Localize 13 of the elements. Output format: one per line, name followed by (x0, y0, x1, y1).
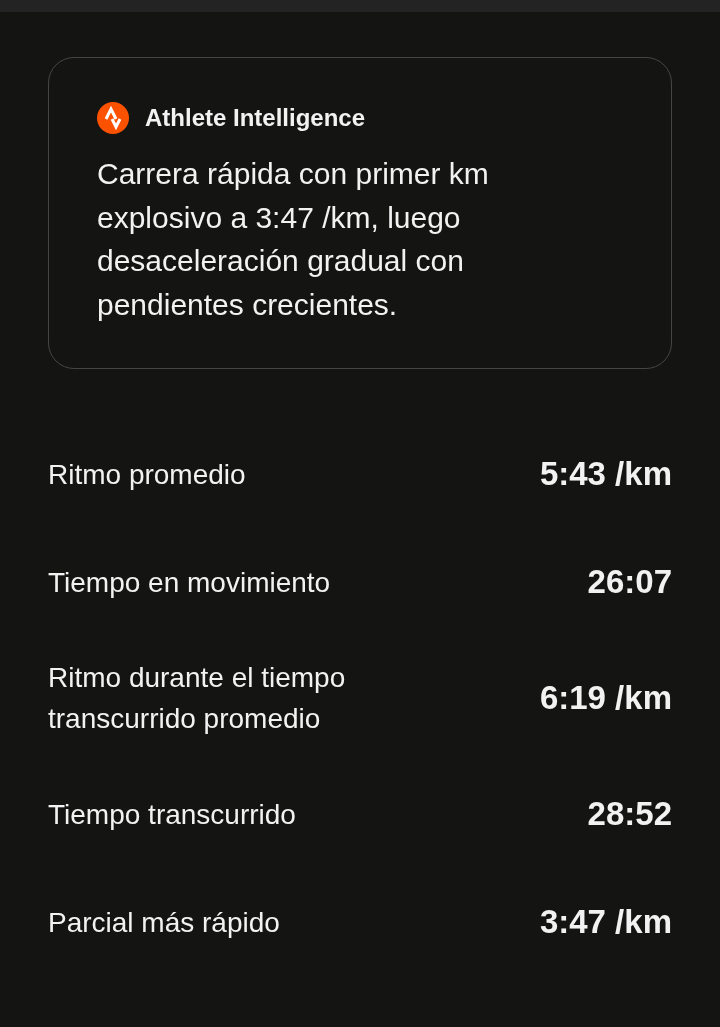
stat-value: 28:52 (587, 795, 672, 833)
logo-icon (97, 102, 129, 134)
stat-value: 5:43 /km (539, 455, 672, 493)
summary-text: Carrera rápida con primer km explosivo a 3:47 /km, luego desaceleración gradual con pendientes crecientes. (97, 156, 490, 323)
stat-label: Tiempo transcurrido (48, 797, 296, 832)
stat-label: Ritmo promedio (48, 457, 246, 492)
stat-value: 3:47 /km (539, 903, 672, 941)
stat-value: 6:19 /km (539, 679, 672, 717)
stat-value: 26:07 (587, 563, 672, 601)
stat-label: Ritmo durante el tiempo transcurrido promedio (48, 661, 347, 736)
card-title: Athlete Intelligence (145, 104, 366, 132)
stat-label: Tiempo en movimiento (48, 565, 331, 600)
stat-label: Parcial más rápido (48, 905, 280, 940)
